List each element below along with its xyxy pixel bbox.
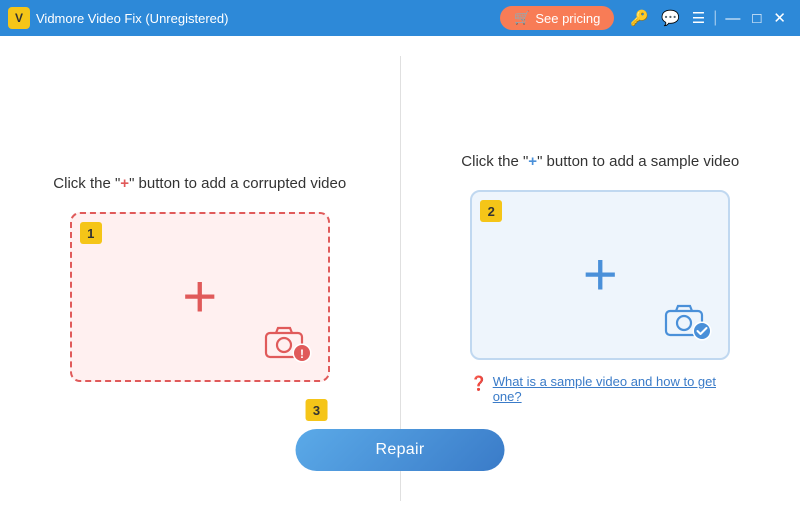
app-title: Vidmore Video Fix (Unregistered) [36, 11, 500, 26]
cart-icon: 🛒 [514, 10, 530, 26]
svg-text:!: ! [300, 347, 304, 361]
repair-area: 3 Repair [296, 399, 505, 471]
right-plus-text: + [528, 153, 537, 170]
see-pricing-button[interactable]: 🛒 See pricing [500, 6, 614, 30]
close-button[interactable]: ✕ [767, 9, 792, 28]
step-badge-2: 2 [480, 200, 502, 222]
key-icon-button[interactable]: 🔑 [624, 9, 655, 28]
help-link-container: ❓ What is a sample video and how to get … [470, 374, 730, 404]
sample-camera-icon [662, 301, 714, 346]
help-circle-icon: ❓ [470, 375, 487, 392]
maximize-button[interactable]: □ [746, 9, 767, 28]
step-badge-3: 3 [306, 399, 328, 421]
sample-video-dropzone[interactable]: 2 + [470, 190, 730, 360]
app-logo: V [8, 7, 30, 29]
left-plus-text: + [120, 175, 129, 192]
corrupted-video-dropzone[interactable]: 1 + ! [70, 212, 330, 382]
corrupted-camera-icon: ! [262, 323, 314, 368]
minimize-button[interactable]: — [719, 9, 746, 28]
right-panel-label: Click the "+" button to add a sample vid… [461, 153, 739, 170]
step-badge-1: 1 [80, 222, 102, 244]
repair-button[interactable]: Repair [296, 429, 505, 471]
add-sample-plus-icon: + [583, 245, 618, 305]
titlebar-separator: | [713, 9, 717, 27]
sample-video-help-link[interactable]: What is a sample video and how to get on… [493, 374, 731, 404]
chat-icon-button[interactable]: 💬 [655, 9, 686, 28]
titlebar: V Vidmore Video Fix (Unregistered) 🛒 See… [0, 0, 800, 36]
main-content: Click the "+" button to add a corrupted … [0, 36, 800, 521]
left-panel-label: Click the "+" button to add a corrupted … [53, 175, 346, 192]
menu-icon-button[interactable]: ☰ [686, 9, 711, 28]
add-corrupted-plus-icon: + [182, 267, 217, 327]
